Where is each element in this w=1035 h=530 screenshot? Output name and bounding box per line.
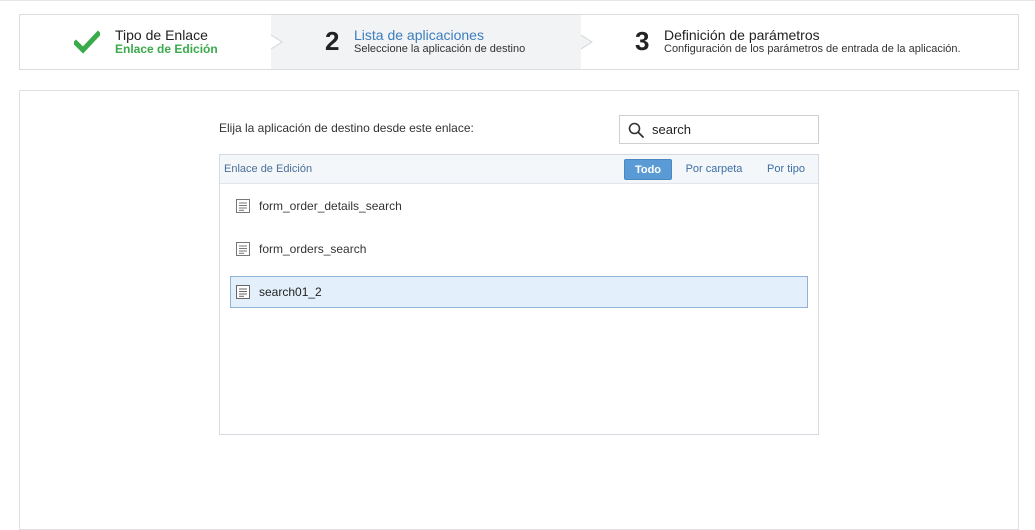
wizard-step-link-type[interactable]: Tipo de Enlace Enlace de Edición <box>20 15 271 69</box>
top-divider <box>0 0 1035 1</box>
step-separator-chevron <box>581 15 593 69</box>
checkmark-icon <box>74 30 100 54</box>
wizard-step-number: 2 <box>325 26 340 56</box>
wizard-step-title: Tipo de Enlace <box>115 27 208 43</box>
wizard-step-title: Definición de parámetros <box>664 27 820 43</box>
list-item-label: form_orders_search <box>259 242 367 256</box>
filter-all-button[interactable]: Todo <box>624 159 672 180</box>
wizard-step-app-list[interactable]: 2 Lista de aplicaciones Seleccione la ap… <box>271 15 581 69</box>
step-separator-chevron <box>271 15 283 69</box>
list-title: Enlace de Edición <box>224 163 313 175</box>
list-item-label: search01_2 <box>259 285 322 299</box>
application-list: Enlace de Edición Todo Por carpeta Por t… <box>219 154 819 435</box>
list-item-selected[interactable]: search01_2 <box>230 276 808 308</box>
wizard-step-subtitle: Seleccione la aplicación de destino <box>354 43 526 55</box>
search-icon <box>628 122 644 138</box>
target-app-prompt: Elija la aplicación de destino desde est… <box>219 121 474 135</box>
list-item-label: form_order_details_search <box>259 199 402 213</box>
list-item[interactable]: form_orders_search <box>230 233 808 265</box>
filter-by-type-button[interactable]: Por tipo <box>762 159 810 180</box>
wizard-step-subtitle: Enlace de Edición <box>115 42 218 56</box>
form-app-icon <box>236 285 250 299</box>
wizard-step-text: Definición de parámetros Configuración d… <box>664 27 961 56</box>
wizard-step-title: Lista de aplicaciones <box>354 27 484 43</box>
wizard-step-text: Tipo de Enlace Enlace de Edición <box>115 27 218 56</box>
wizard-step-parameters[interactable]: 3 Definición de parámetros Configuración… <box>581 15 1018 69</box>
wizard-step-subtitle: Configuración de los parámetros de entra… <box>664 43 961 55</box>
wizard-steps: Tipo de Enlace Enlace de Edición 2 Lista… <box>19 14 1019 70</box>
filter-by-folder-button[interactable]: Por carpeta <box>682 159 746 180</box>
search-input[interactable] <box>652 122 812 137</box>
list-item[interactable]: form_order_details_search <box>230 190 808 222</box>
form-app-icon <box>236 199 250 213</box>
wizard-step-number: 3 <box>635 26 650 56</box>
form-app-icon <box>236 242 250 256</box>
search-field[interactable] <box>619 115 819 144</box>
list-header: Enlace de Edición Todo Por carpeta Por t… <box>220 155 818 184</box>
wizard-step-text: Lista de aplicaciones Seleccione la apli… <box>354 27 525 56</box>
